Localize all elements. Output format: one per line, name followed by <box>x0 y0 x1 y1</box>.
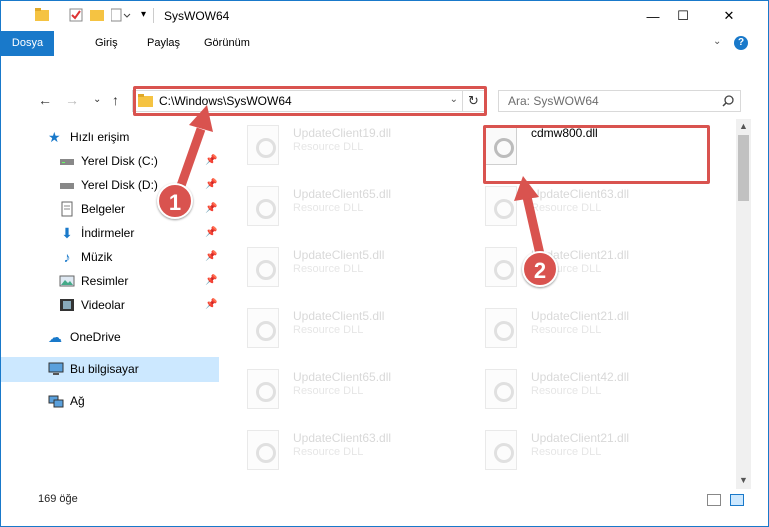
callout-badge-2: 2 <box>522 251 558 287</box>
callout-badge-1: 1 <box>157 183 193 219</box>
arrow-2-head-icon <box>514 176 539 201</box>
arrow-1-head-icon <box>189 105 213 132</box>
callout-arrows <box>172 105 547 264</box>
explorer-window: ▾ SysWOW64 — ☐ ✕ Dosya Giriş Paylaş Görü… <box>0 0 769 527</box>
